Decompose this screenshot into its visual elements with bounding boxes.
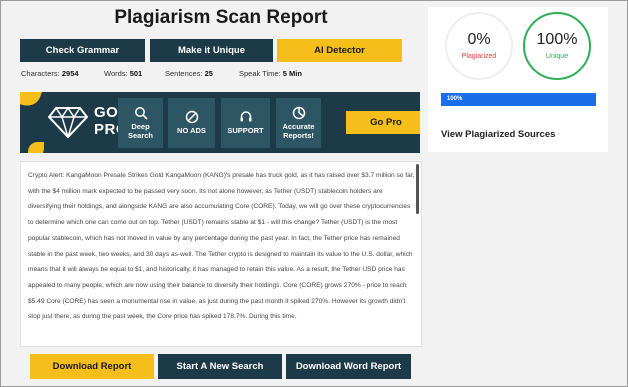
results-panel: 0% Plagiarized 100% Unique 100% View Pla… [428,7,608,152]
go-pro-banner: GO PRO Deep Search NO ADS SUPPORT Accura… [20,92,420,153]
download-report-button[interactable]: Download Report [30,354,154,379]
pie-chart-icon [292,106,306,120]
make-unique-button[interactable]: Make it Unique [150,39,273,62]
search-icon [134,106,148,120]
scanned-text-area[interactable]: Crypto Alert: KangaMoon Presale Strikes … [20,161,422,347]
speak-time-stat: Speak Time: 5 Min [239,69,302,78]
feature-deep-search: Deep Search [118,98,163,148]
scanned-text: Crypto Alert: KangaMoon Presale Strikes … [28,172,415,321]
feature-label: Deep Search [127,122,154,140]
check-grammar-button[interactable]: Check Grammar [20,39,145,62]
new-search-button[interactable]: Start A New Search [158,354,282,379]
feature-accurate-reports: Accurate Reports! [276,98,321,148]
words-value: 501 [129,69,143,78]
uniqueness-progress-bar: 100% [441,93,596,106]
unique-label: Unique [545,53,569,60]
diamond-icon [47,106,89,143]
sentences-stat: Sentences: 25 [165,69,213,78]
feature-label: SUPPORT [227,126,264,136]
sentences-label: Sentences: [165,69,203,78]
feature-label: NO ADS [177,126,206,136]
words-label: Words: [104,69,128,78]
progress-label: 100% [447,96,463,102]
progress-fill [441,93,596,106]
feature-label: Accurate Reports! [282,122,315,140]
speak-time-label: Speak Time: [239,69,281,78]
unique-percent: 100% [536,31,578,48]
feature-support: SUPPORT [221,98,270,148]
plagiarized-label: Plagiarized [461,53,497,60]
page-title: Plagiarism Scan Report [114,7,328,28]
plagiarized-percent: 0% [467,31,491,48]
scrollbar-thumb[interactable] [416,164,419,214]
characters-label: Characters: [21,69,60,78]
leaf-decoration [20,92,43,110]
go-pro-button[interactable]: Go Pro [346,111,420,134]
view-sources-link[interactable]: View Plagiarized Sources [441,129,555,140]
characters-stat: Characters: 2954 [21,69,79,78]
feature-no-ads: NO ADS [168,98,215,148]
plagiarized-gauge: 0% Plagiarized [444,11,514,81]
no-ads-icon [185,110,199,124]
sentences-value: 25 [204,69,213,78]
speak-time-value: 5 Min [282,69,302,78]
download-word-button[interactable]: Download Word Report [286,354,411,379]
characters-value: 2954 [61,69,79,78]
report-page: Plagiarism Scan Report Check Grammar Mak… [0,0,628,387]
leaf-decoration [28,142,44,153]
headset-icon [239,110,253,124]
unique-gauge: 100% Unique [522,11,592,81]
words-stat: Words: 501 [104,69,142,78]
ai-detector-button[interactable]: AI Detector [277,39,402,62]
